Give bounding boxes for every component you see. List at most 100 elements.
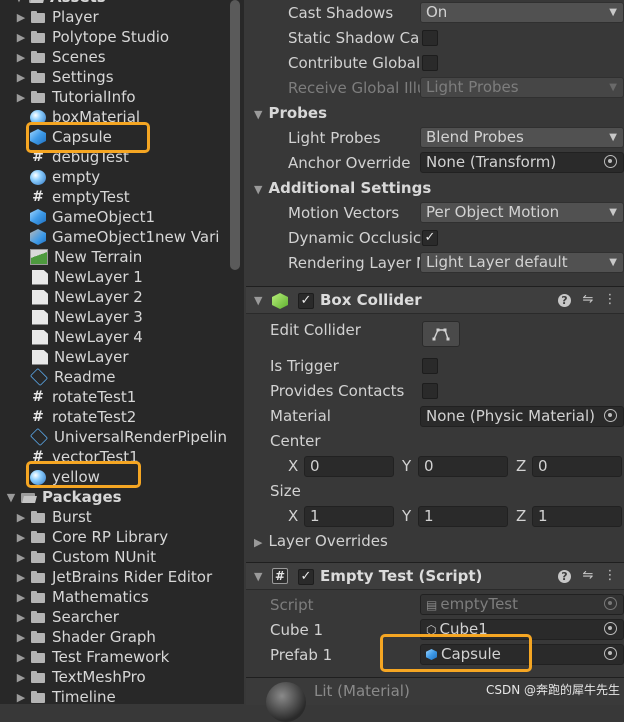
object-picker-icon[interactable]	[604, 155, 617, 168]
probes-section[interactable]: ▼ Probes	[254, 101, 327, 125]
more-options-icon[interactable]: ⋮	[602, 292, 618, 308]
folder-icon	[30, 669, 46, 685]
anchor-override-field[interactable]: None (Transform)	[420, 152, 624, 173]
layer-overrides-label: Layer Overrides	[268, 532, 388, 550]
collapsed-arrow-icon[interactable]: ▶	[14, 651, 28, 664]
object-picker-icon[interactable]	[604, 409, 617, 422]
project-item-new-terrain[interactable]: New Terrain	[30, 247, 142, 267]
folder-icon	[30, 49, 46, 65]
project-item-newlayer-4[interactable]: NewLayer 4	[30, 327, 143, 347]
project-item-searcher[interactable]: ▶ Searcher	[14, 607, 119, 627]
collapsed-arrow-icon[interactable]: ▶	[14, 71, 28, 84]
project-item-player[interactable]: ▶ Player	[14, 7, 99, 27]
project-item-gameobject1[interactable]: GameObject1	[30, 207, 155, 227]
help-icon[interactable]: ?	[558, 294, 571, 307]
project-item-newlayer-2[interactable]: NewLayer 2	[30, 287, 143, 307]
static-shadow-checkbox[interactable]	[422, 30, 438, 46]
box-collider-header[interactable]: ▼ ✓ Box Collider ? ⇋ ⋮	[246, 286, 624, 314]
folder-icon	[30, 89, 46, 105]
project-item-textmeshpro[interactable]: ▶ TextMeshPro	[14, 667, 146, 687]
project-item-newlayer-3[interactable]: NewLayer 3	[30, 307, 143, 327]
project-item-mathematics[interactable]: ▶ Mathematics	[14, 587, 149, 607]
more-options-icon[interactable]: ⋮	[602, 568, 618, 584]
folder-open-icon	[28, 0, 44, 5]
anchor-override-value: None (Transform)	[426, 153, 557, 171]
project-item-rotatetest2[interactable]: # rotateTest2	[30, 407, 136, 427]
expanded-arrow-icon[interactable]: ▼	[12, 0, 26, 4]
project-item-readme[interactable]: Readme	[29, 367, 116, 387]
project-item-label: Player	[52, 8, 99, 26]
contribute-gi-checkbox[interactable]	[422, 55, 438, 71]
collapsed-arrow-icon[interactable]: ▶	[14, 571, 28, 584]
size-x-input[interactable]: 1	[304, 506, 394, 527]
project-item-rotatetest1[interactable]: # rotateTest1	[30, 387, 136, 407]
project-item-settings[interactable]: ▶ Settings	[14, 67, 114, 87]
project-item-emptytest[interactable]: # emptyTest	[30, 187, 130, 207]
project-item-newlayer[interactable]: NewLayer	[30, 347, 129, 367]
project-item-label: JetBrains Rider Editor	[52, 568, 213, 586]
collapsed-arrow-icon[interactable]: ▶	[14, 691, 28, 704]
center-z-input[interactable]: 0	[532, 456, 622, 477]
cast-shadows-dropdown[interactable]: On	[420, 2, 624, 23]
edit-collider-button[interactable]	[422, 321, 460, 347]
collapsed-arrow-icon[interactable]: ▶	[14, 611, 28, 624]
layer-overrides-foldout[interactable]: ▶ Layer Overrides	[254, 530, 388, 552]
project-folder-assets[interactable]: ▼ Assets	[12, 0, 106, 7]
collapsed-arrow-icon[interactable]: ▶	[14, 551, 28, 564]
collapsed-arrow-icon[interactable]: ▶	[14, 531, 28, 544]
collapsed-arrow-icon[interactable]: ▶	[14, 511, 28, 524]
is-trigger-label: Is Trigger	[270, 357, 339, 375]
size-y-input[interactable]: 1	[418, 506, 508, 527]
project-item-scenes[interactable]: ▶ Scenes	[14, 47, 106, 67]
project-item-newlayer-1[interactable]: NewLayer 1	[30, 267, 143, 287]
project-item-shader-graph[interactable]: ▶ Shader Graph	[14, 627, 156, 647]
project-scrollbar[interactable]	[230, 0, 240, 270]
collapsed-arrow-icon[interactable]: ▶	[14, 671, 28, 684]
center-y-input[interactable]: 0	[418, 456, 508, 477]
box-collider-title: Box Collider	[320, 291, 422, 309]
object-picker-icon[interactable]	[604, 622, 617, 635]
project-item-test-framework[interactable]: ▶ Test Framework	[14, 647, 170, 667]
project-item-empty[interactable]: empty	[30, 167, 100, 187]
size-z-input[interactable]: 1	[532, 506, 622, 527]
help-icon[interactable]: ?	[558, 570, 571, 583]
script-label: Script	[270, 596, 314, 614]
empty-test-header[interactable]: ▼ # ✓ Empty Test (Script) ? ⇋ ⋮	[246, 562, 624, 590]
project-item-gameobject1new-vari[interactable]: GameObject1new Vari	[30, 227, 219, 247]
project-item-label: Custom NUnit	[52, 548, 156, 566]
presets-icon[interactable]: ⇋	[580, 292, 596, 308]
object-picker-icon[interactable]	[604, 647, 617, 660]
collapsed-arrow-icon[interactable]: ▶	[14, 51, 28, 64]
dynamic-occlusion-checkbox[interactable]: ✓	[422, 230, 438, 246]
additional-settings-section[interactable]: ▼ Additional Settings	[254, 176, 431, 200]
collapsed-arrow-icon[interactable]: ▶	[14, 591, 28, 604]
project-item-burst[interactable]: ▶ Burst	[14, 507, 92, 527]
project-item-polytope-studio[interactable]: ▶ Polytope Studio	[14, 27, 169, 47]
is-trigger-checkbox[interactable]	[422, 358, 438, 374]
project-item-timeline[interactable]: ▶ Timeline	[14, 687, 116, 704]
center-x-input[interactable]: 0	[304, 456, 394, 477]
collapsed-arrow-icon[interactable]: ▶	[14, 11, 28, 24]
provides-contacts-checkbox[interactable]	[422, 383, 438, 399]
physic-material-field[interactable]: None (Physic Material)	[420, 406, 624, 427]
additional-settings-title: Additional Settings	[268, 179, 432, 197]
box-collider-enabled-checkbox[interactable]: ✓	[298, 293, 314, 309]
project-item-universalrenderpipelin[interactable]: UniversalRenderPipelin	[29, 427, 227, 447]
collapsed-arrow-icon[interactable]: ▶	[14, 631, 28, 644]
folder-icon	[30, 29, 46, 45]
collapsed-arrow-icon[interactable]: ▶	[14, 31, 28, 44]
collapsed-arrow-icon[interactable]: ▶	[14, 91, 28, 104]
motion-vectors-dropdown[interactable]: Per Object Motion	[420, 202, 624, 223]
project-item-label: rotateTest2	[52, 408, 137, 426]
empty-test-enabled-checkbox[interactable]: ✓	[298, 569, 314, 585]
project-item-core-rp-library[interactable]: ▶ Core RP Library	[14, 527, 168, 547]
light-probes-dropdown[interactable]: Blend Probes	[420, 127, 624, 148]
project-item-jetbrains-rider-editor[interactable]: ▶ JetBrains Rider Editor	[14, 567, 212, 587]
expanded-arrow-icon[interactable]: ▼	[4, 491, 18, 504]
project-folder-packages[interactable]: ▼ Packages	[4, 487, 122, 507]
receive-gi-dropdown[interactable]: Light Probes	[420, 77, 624, 98]
project-item-custom-nunit[interactable]: ▶ Custom NUnit	[14, 547, 156, 567]
project-item-tutorialinfo[interactable]: ▶ TutorialInfo	[14, 87, 136, 107]
rendering-layer-dropdown[interactable]: Light Layer default	[420, 252, 624, 273]
presets-icon[interactable]: ⇋	[580, 568, 596, 584]
